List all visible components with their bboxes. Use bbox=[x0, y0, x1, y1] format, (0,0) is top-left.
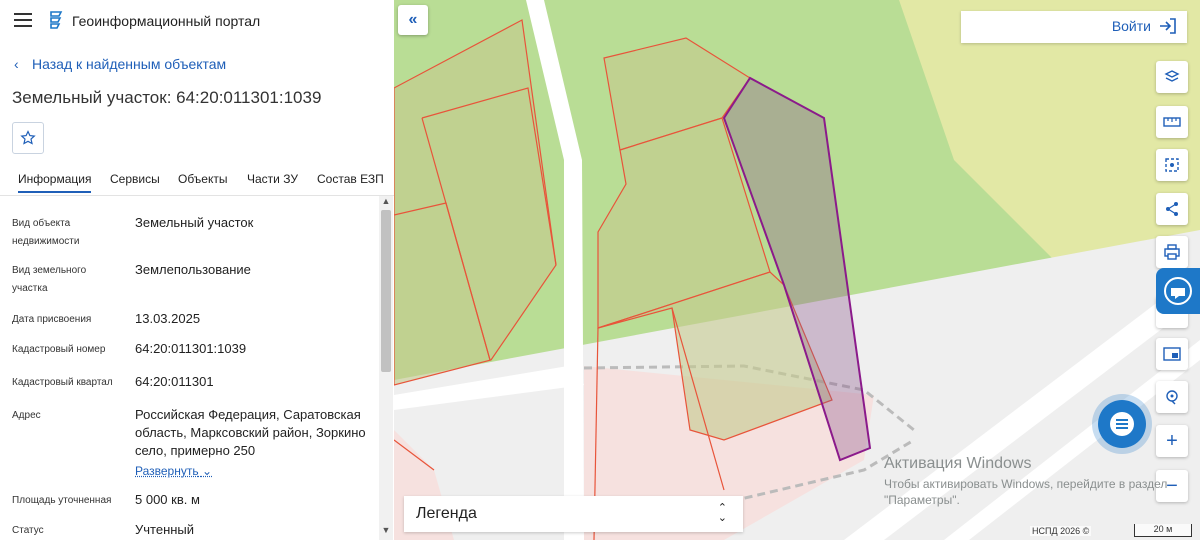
legend-panel[interactable]: Легенда ⌃ ⌄ bbox=[404, 496, 743, 532]
property-value: 5 000 кв. м bbox=[135, 492, 200, 507]
double-chevron-left-icon: « bbox=[408, 11, 418, 28]
property-value: Земельный участок bbox=[135, 215, 254, 230]
login-bar: Войти bbox=[961, 11, 1187, 43]
map-view[interactable]: « Войти + − Легенда ⌃ ⌄ Активация Window… bbox=[394, 0, 1200, 540]
app-title: Геоинформационный портал bbox=[72, 13, 261, 29]
print-icon bbox=[1164, 244, 1180, 260]
property-value: 64:20:011301 bbox=[135, 374, 214, 389]
windows-activation-title: Активация Windows bbox=[884, 455, 1032, 472]
select-area-button[interactable] bbox=[1156, 149, 1188, 181]
tab-services[interactable]: Сервисы bbox=[110, 172, 160, 186]
login-label: Войти bbox=[1111, 18, 1151, 34]
scale-bar: 20 м bbox=[1134, 524, 1192, 537]
property-label: Вид объекта недвижимости bbox=[12, 218, 80, 247]
scrollbar-thumb[interactable] bbox=[381, 210, 391, 372]
map-view-icon bbox=[1163, 347, 1181, 361]
chevron-down-icon: ⌄ bbox=[201, 464, 213, 478]
star-icon bbox=[20, 130, 36, 145]
tab-information[interactable]: Информация bbox=[18, 172, 92, 193]
select-area-icon bbox=[1165, 158, 1179, 172]
map-canvas[interactable] bbox=[394, 0, 1200, 540]
zoom-in-button[interactable]: + bbox=[1156, 425, 1188, 457]
property-label: Вид земельного участка bbox=[12, 265, 87, 294]
back-to-results-link[interactable]: ‹ Назад к найденным объектам bbox=[14, 56, 226, 72]
property-label: Статус bbox=[12, 525, 44, 536]
help-icon bbox=[1164, 277, 1192, 305]
address-value: Российская Федерация, Саратовская област… bbox=[135, 407, 366, 458]
chevron-left-icon: ‹ bbox=[14, 56, 19, 72]
expand-address-link[interactable]: Развернуть ⌄ bbox=[135, 464, 212, 478]
zoom-in-icon: + bbox=[1166, 430, 1178, 452]
scroll-down-icon[interactable]: ▼ bbox=[379, 525, 393, 537]
property-value: Учтенный bbox=[135, 522, 195, 537]
map-view-button[interactable] bbox=[1156, 338, 1188, 370]
favorite-button[interactable] bbox=[12, 122, 44, 154]
property-label: Адрес bbox=[12, 410, 41, 421]
ruler-icon bbox=[1163, 117, 1181, 127]
measure-button[interactable] bbox=[1156, 106, 1188, 138]
scroll-up-icon[interactable]: ▲ bbox=[379, 196, 393, 208]
collapse-panel-button[interactable]: « bbox=[398, 5, 428, 35]
expand-collapse-icon: ⌃ ⌄ bbox=[717, 502, 727, 524]
property-label: Кадастровый квартал bbox=[12, 377, 113, 388]
location-icon bbox=[1166, 390, 1178, 405]
back-link-label: Назад к найденным объектам bbox=[32, 56, 227, 72]
share-icon bbox=[1166, 202, 1178, 216]
login-icon bbox=[1160, 18, 1176, 34]
property-value: Землепользование bbox=[135, 262, 251, 277]
chat-icon bbox=[1110, 412, 1134, 436]
property-value: 13.03.2025 bbox=[135, 311, 201, 326]
property-label: Кадастровый номер bbox=[12, 344, 106, 355]
property-label: Дата присвоения bbox=[12, 314, 92, 325]
tab-objects[interactable]: Объекты bbox=[178, 172, 228, 186]
layers-button[interactable] bbox=[1156, 61, 1188, 93]
tab-ezp[interactable]: Состав ЕЗП bbox=[317, 172, 384, 186]
map-attribution: НСПД 2026 © bbox=[1030, 526, 1092, 536]
expand-label: Развернуть bbox=[135, 464, 199, 478]
legend-label: Легенда bbox=[416, 505, 477, 522]
layers-icon bbox=[1164, 70, 1180, 82]
share-button[interactable] bbox=[1156, 193, 1188, 225]
windows-activation-text: Чтобы активировать Windows, перейдите в … bbox=[884, 477, 1168, 507]
portal-logo-icon bbox=[48, 11, 64, 29]
print-button[interactable] bbox=[1156, 236, 1188, 268]
login-button[interactable]: Войти bbox=[1112, 18, 1177, 34]
tab-parts[interactable]: Части ЗУ bbox=[247, 172, 298, 186]
chat-button[interactable] bbox=[1098, 400, 1146, 448]
location-button[interactable] bbox=[1156, 381, 1188, 413]
menu-icon[interactable] bbox=[14, 13, 32, 27]
object-tabs: Информация Сервисы Объекты Части ЗУ Сост… bbox=[0, 168, 394, 196]
page-title: Земельный участок: 64:20:011301:1039 bbox=[12, 88, 322, 107]
property-value: 64:20:011301:1039 bbox=[135, 341, 247, 356]
help-tab[interactable] bbox=[1156, 268, 1200, 314]
property-label: Площадь уточненная bbox=[12, 495, 112, 506]
info-panel: Геоинформационный портал ‹ Назад к найден… bbox=[0, 0, 395, 540]
